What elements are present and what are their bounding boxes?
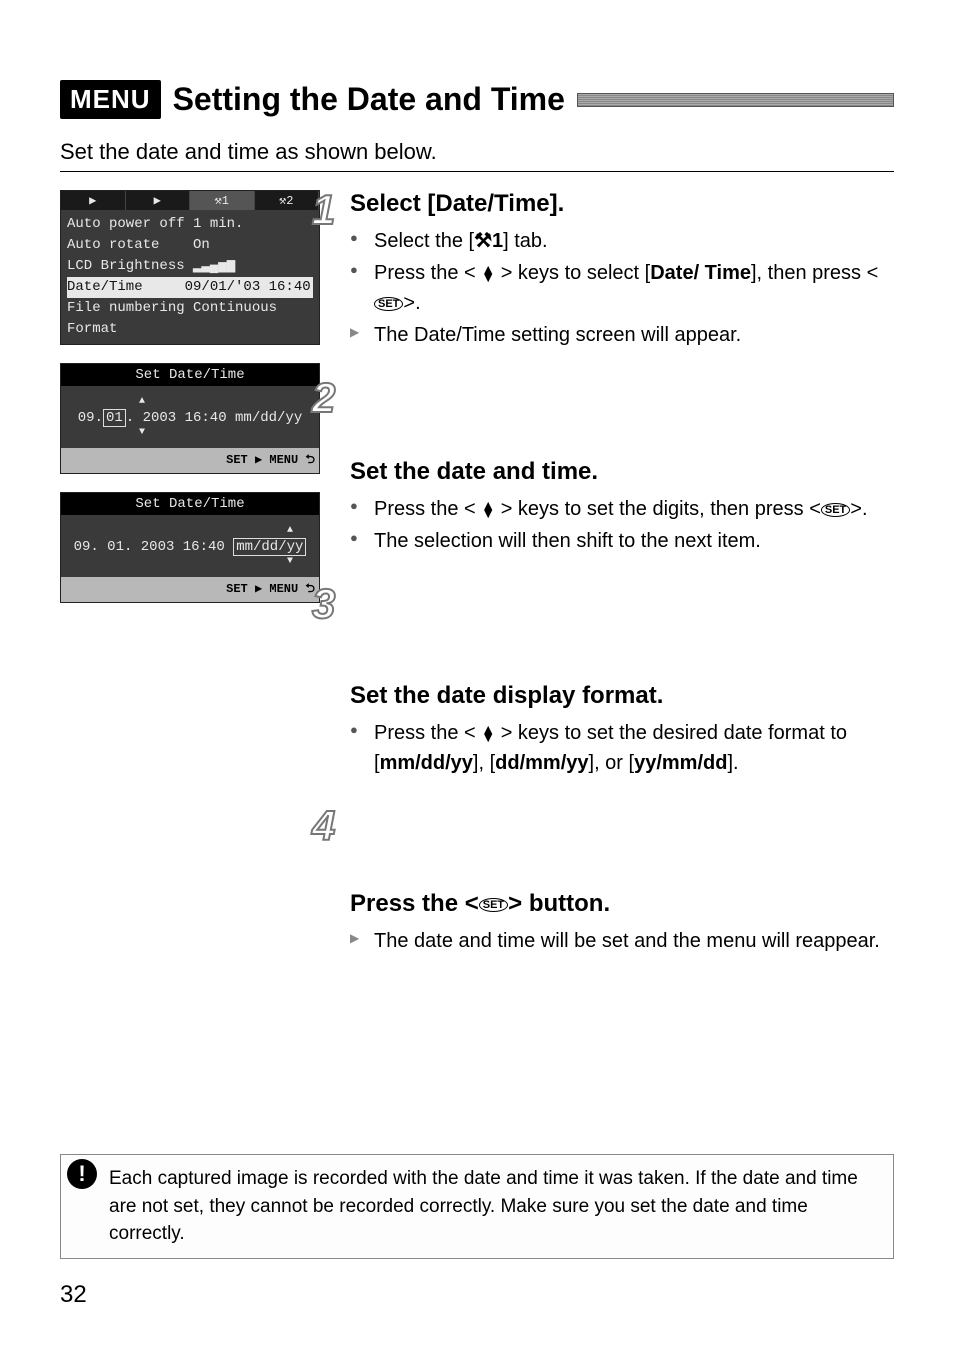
lcd-set1-title: Set Date/Time [61, 364, 319, 386]
page-title: Setting the Date and Time [173, 81, 565, 118]
step-number: 1 [312, 186, 335, 234]
step-bullets: Select the [⚒1] tab.Press the < ▲▼ > key… [350, 226, 894, 350]
lcd-set1-footer: SET ▶ MENU ⮌ [61, 436, 319, 473]
arrow-down-icon: ▼ [139, 427, 145, 438]
lcd-screenshot-set-date-2: Set Date/Time ▲ 09. 01. 2003 16:40 mm/dd… [60, 492, 320, 603]
menu-badge: MENU [60, 80, 161, 119]
arrow-up-icon: ▲ [287, 525, 293, 536]
content-area: ▶▶⚒1⚒2 Auto power off 1 min.Auto rotate … [60, 190, 894, 956]
arrow-down-icon: ▼ [287, 556, 293, 567]
step-number: 2 [312, 374, 335, 422]
lcd-set1-line: ▲ 09.01. 2003 16:40 mm/dd/yy ▼ [61, 386, 319, 436]
step-number: 3 [312, 580, 335, 628]
step-heading: Select [Date/Time]. [350, 190, 894, 218]
step-bullet: The Date/Time setting screen will appear… [350, 320, 894, 350]
step-bullet: Select the [⚒1] tab. [350, 226, 894, 256]
lcd-screenshot-menu: ▶▶⚒1⚒2 Auto power off 1 min.Auto rotate … [60, 190, 320, 345]
step-heading: Set the date display format. [350, 682, 894, 710]
steps-column: 1Select [Date/Time].Select the [⚒1] tab.… [350, 190, 894, 956]
lcd-tab: ⚒2 [255, 191, 320, 210]
caution-box: ! Each captured image is recorded with t… [60, 1154, 894, 1259]
step-number: 4 [312, 802, 335, 850]
step-bullet: Press the < ▲▼ > keys to set the desired… [350, 718, 894, 778]
step-4: 4Press the <SET> button.The date and tim… [350, 806, 894, 956]
step-heading: Press the <SET> button. [350, 890, 894, 918]
lcd-menu-row: LCD Brightness ▂▃▄▅▆ [67, 256, 313, 277]
intro-text: Set the date and time as shown below. [60, 139, 894, 172]
step-bullets: Press the < ▲▼ > keys to set the digits,… [350, 494, 894, 556]
step-bullet: Press the < ▲▼ > keys to select [Date/ T… [350, 258, 894, 318]
caution-icon: ! [67, 1159, 97, 1189]
arrow-up-icon: ▲ [139, 396, 145, 407]
step-bullet: Press the < ▲▼ > keys to set the digits,… [350, 494, 894, 524]
step-heading: Set the date and time. [350, 458, 894, 486]
step-bullets: Press the < ▲▼ > keys to set the desired… [350, 718, 894, 778]
step-2: 2Set the date and time.Press the < ▲▼ > … [350, 378, 894, 556]
lcd-column: ▶▶⚒1⚒2 Auto power off 1 min.Auto rotate … [60, 190, 320, 603]
lcd-menu-row: File numbering Continuous [67, 298, 313, 319]
page-number: 32 [60, 1281, 87, 1309]
lcd-tab: ▶ [61, 191, 126, 210]
page-header: MENU Setting the Date and Time [60, 80, 894, 119]
step-bullet: The selection will then shift to the nex… [350, 526, 894, 556]
title-bar-decoration [577, 93, 894, 107]
lcd-set2-title: Set Date/Time [61, 493, 319, 515]
lcd-set2-line: ▲ 09. 01. 2003 16:40 mm/dd/yy ▼ [61, 515, 319, 565]
lcd-tab: ⚒1 [190, 191, 255, 210]
step-bullet: The date and time will be set and the me… [350, 926, 894, 956]
lcd-menu-row: Format [67, 319, 313, 340]
lcd-menu-row: Date/Time 09/01/'03 16:40 [67, 277, 313, 298]
lcd-screenshot-set-date-1: Set Date/Time ▲ 09.01. 2003 16:40 mm/dd/… [60, 363, 320, 474]
step-1: 1Select [Date/Time].Select the [⚒1] tab.… [350, 190, 894, 350]
lcd-menu-row: Auto power off 1 min. [67, 214, 313, 235]
step-3: 3Set the date display format.Press the <… [350, 584, 894, 778]
step-bullets: The date and time will be set and the me… [350, 926, 894, 956]
lcd-tab: ▶ [126, 191, 191, 210]
lcd-set2-footer: SET ▶ MENU ⮌ [61, 565, 319, 602]
lcd-menu-row: Auto rotate On [67, 235, 313, 256]
caution-text: Each captured image is recorded with the… [109, 1168, 858, 1244]
